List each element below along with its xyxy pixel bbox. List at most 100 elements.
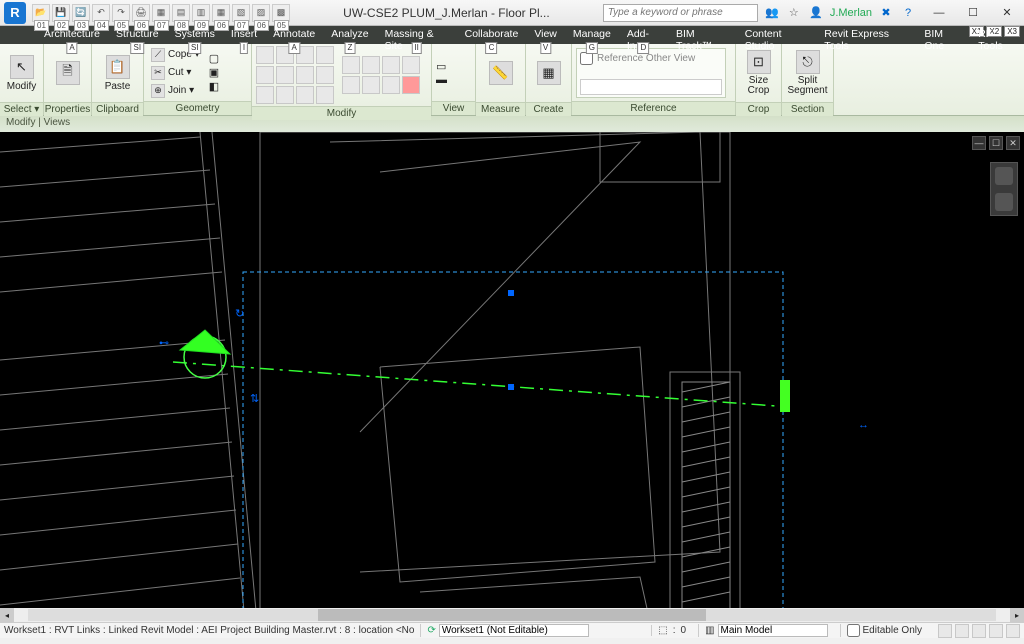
copy-icon[interactable] <box>256 66 274 84</box>
panel-measure: Measure <box>476 102 525 116</box>
view-max-icon[interactable]: ☐ <box>989 136 1003 150</box>
mod-a[interactable] <box>342 56 360 74</box>
infocenter-icon[interactable]: 👥 <box>764 5 780 21</box>
active-workset-field[interactable] <box>439 624 589 637</box>
qat-undo-icon[interactable]: ↶ <box>92 4 110 22</box>
geom-icon1[interactable]: ▢ <box>209 52 219 65</box>
tab-analyze[interactable]: AnalyzeZ <box>323 26 376 44</box>
split-icon[interactable] <box>316 66 334 84</box>
star-icon[interactable]: ☆ <box>786 5 802 21</box>
mod-f[interactable] <box>362 76 380 94</box>
panel-section: Section <box>782 102 833 116</box>
scale-icon[interactable] <box>276 86 294 104</box>
editable-only-checkbox[interactable] <box>847 624 860 637</box>
qat-btn13[interactable]: ▩ <box>272 4 290 22</box>
paste-button[interactable]: 📋Paste <box>96 46 139 100</box>
join-button[interactable]: ⊕Join ▾ <box>148 82 203 99</box>
cut-button[interactable]: ✂Cut ▾ <box>148 64 203 81</box>
tab-addins[interactable]: Add-InsD <box>619 26 668 44</box>
search-input[interactable] <box>603 4 758 22</box>
view-min-icon[interactable]: — <box>972 136 986 150</box>
mod-b[interactable] <box>362 56 380 74</box>
tab-collaborate[interactable]: CollaborateC <box>457 26 527 44</box>
view-icon1[interactable]: ▭ <box>436 60 447 73</box>
user-name[interactable]: J.Merlan <box>830 7 872 19</box>
tab-systems[interactable]: SystemsSI <box>167 26 223 44</box>
array-icon[interactable] <box>256 86 274 104</box>
help-icon[interactable]: ? <box>900 5 916 21</box>
mod-g[interactable] <box>382 76 400 94</box>
qat-btn7[interactable]: ▦ <box>152 4 170 22</box>
delete-icon[interactable] <box>316 86 334 104</box>
qat-btn8[interactable]: ▤ <box>172 4 190 22</box>
trim-icon[interactable] <box>296 66 314 84</box>
maximize-button[interactable]: ☐ <box>956 2 990 24</box>
measure-button[interactable]: 📏 <box>480 46 521 100</box>
tab-view[interactable]: ViewV <box>526 26 565 44</box>
selection-count-icon[interactable]: ⬚ <box>658 625 667 636</box>
mod-delete[interactable] <box>402 76 420 94</box>
pin-icon[interactable] <box>296 86 314 104</box>
size-crop-button[interactable]: ⊡Size Crop <box>740 46 777 100</box>
minimize-button[interactable]: — <box>922 2 956 24</box>
panel-select[interactable]: Select ▾ <box>0 102 43 116</box>
filter-icon[interactable] <box>1006 624 1020 638</box>
tab-revitexpress[interactable]: Revit Express Tools <box>816 26 916 44</box>
properties-button[interactable]: 🗎 <box>48 46 87 100</box>
view-icon2[interactable]: ▬ <box>436 74 447 86</box>
tab-insert[interactable]: InsertI <box>223 26 265 44</box>
svg-text:⊷: ⊷ <box>159 338 169 349</box>
tab-annotate[interactable]: AnnotateA <box>265 26 323 44</box>
scroll-thumb[interactable] <box>318 609 705 621</box>
nav-pan-icon[interactable] <box>995 193 1013 211</box>
mod-d[interactable] <box>402 56 420 74</box>
nav-wheel-icon[interactable] <box>995 167 1013 185</box>
qat-btn10[interactable]: ▦ <box>212 4 230 22</box>
geom-icon3[interactable]: ◧ <box>209 80 219 93</box>
align-icon[interactable] <box>256 46 274 64</box>
exchange-icon[interactable]: ✖ <box>878 5 894 21</box>
tab-architecture[interactable]: ArchitectureA <box>36 26 108 44</box>
design-options-icon[interactable]: ▥ <box>705 625 714 636</box>
qat-btn11[interactable]: ▧ <box>232 4 250 22</box>
ref-view-select[interactable] <box>580 79 722 95</box>
status-ico1[interactable] <box>938 624 952 638</box>
close-button[interactable]: ✕ <box>990 2 1024 24</box>
app-logo-icon[interactable]: R <box>4 2 26 24</box>
modify-button[interactable]: ↖Modify <box>4 46 39 100</box>
status-ico3[interactable] <box>972 624 986 638</box>
navigation-bar[interactable] <box>990 162 1018 216</box>
qat-btn9[interactable]: ▥ <box>192 4 210 22</box>
qat-open-icon[interactable]: 📂 <box>32 4 50 22</box>
workset-sync-icon[interactable]: ⟳ <box>427 625 435 636</box>
qat-print-icon[interactable]: 🖨 <box>132 4 150 22</box>
mod-c[interactable] <box>382 56 400 74</box>
view-close-icon[interactable]: ✕ <box>1006 136 1020 150</box>
rotate-icon[interactable] <box>276 66 294 84</box>
drawing-canvas[interactable]: ⇅ ↔ ↻ ⊷ — ☐ ✕ ◂ ▸ <box>0 132 1024 622</box>
status-ico4[interactable] <box>989 624 1003 638</box>
move-icon[interactable] <box>316 46 334 64</box>
qat-save-icon[interactable]: 💾 <box>52 4 70 22</box>
create-button[interactable]: ▦ <box>530 46 567 100</box>
tab-bimone[interactable]: BIM One <box>916 26 970 44</box>
qat-btn12[interactable]: ▨ <box>252 4 270 22</box>
scroll-right-icon[interactable]: ▸ <box>1010 608 1024 622</box>
geom-icon2[interactable]: ▣ <box>209 66 219 79</box>
qat-sync-icon[interactable]: 🔄 <box>72 4 90 22</box>
qat-redo-icon[interactable]: ↷ <box>112 4 130 22</box>
split-segment-button[interactable]: ⎋Split Segment <box>786 46 829 100</box>
horizontal-scrollbar[interactable]: ◂ ▸ <box>0 608 1024 622</box>
tab-rftools[interactable]: RF Tools <box>970 26 1024 44</box>
ref-other-label: Reference Other View <box>597 53 695 64</box>
status-ico2[interactable] <box>955 624 969 638</box>
tab-bimtrack[interactable]: BIM Track™ <box>668 26 737 44</box>
mod-e[interactable] <box>342 76 360 94</box>
tab-contentstudio[interactable]: Content Studio <box>737 26 817 44</box>
signin-icon[interactable]: 👤 <box>808 5 824 21</box>
design-option-field[interactable] <box>718 624 828 637</box>
tab-massing[interactable]: Massing & SiteII <box>377 26 457 44</box>
tab-structure[interactable]: StructureSI <box>108 26 167 44</box>
tab-manage[interactable]: ManageG <box>565 26 619 44</box>
scroll-left-icon[interactable]: ◂ <box>0 608 14 622</box>
